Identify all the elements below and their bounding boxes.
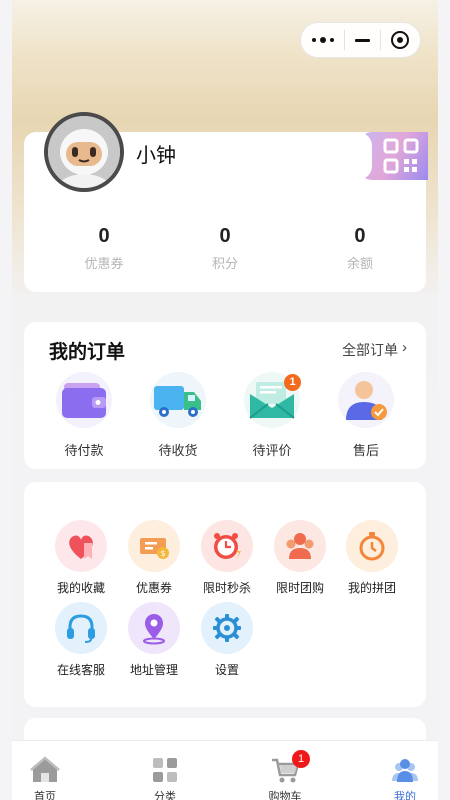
order-item-label: 待评价 [252, 443, 292, 458]
order-after-sales[interactable]: 售后 [326, 370, 406, 459]
minimize-icon[interactable] [355, 38, 370, 42]
order-item-label: 待付款 [64, 443, 104, 458]
service-label: 设置 [214, 663, 239, 677]
truck-icon [148, 370, 208, 430]
group-people-icon [274, 520, 326, 572]
stopwatch-icon [346, 520, 398, 572]
capsule-divider [344, 30, 345, 50]
envelope-icon: 1 [242, 370, 302, 430]
cart-icon: 1 [270, 750, 310, 785]
stat-points[interactable]: 0 积分 [156, 225, 294, 272]
tab-label: 我的 [394, 791, 416, 800]
stat-coupons[interactable]: 0 优惠券 [38, 225, 170, 272]
astronaut-avatar-icon [48, 116, 120, 188]
service-label: 限时团购 [275, 581, 324, 595]
service-label: 优惠券 [135, 581, 172, 595]
service-address[interactable]: 地址管理 [117, 602, 191, 678]
home-icon [30, 755, 60, 785]
qr-code-button[interactable] [358, 132, 428, 180]
service-my-group[interactable]: 我的拼团 [335, 520, 409, 596]
bottom-tab-bar: 首页 分类 1 购物车 我的 [12, 740, 438, 800]
more-menu-icon[interactable] [312, 37, 334, 43]
service-label: 在线客服 [56, 663, 105, 677]
order-pending-review[interactable]: 1 待评价 [232, 370, 312, 459]
tab-mine[interactable]: 我的 [360, 741, 450, 800]
category-grid-icon [150, 755, 180, 785]
tab-cart[interactable]: 1 购物车 [240, 741, 330, 800]
username: 小钟 [136, 145, 176, 167]
profile-people-icon [390, 755, 420, 785]
heart-bookmark-icon [55, 520, 107, 572]
order-badge: 1 [284, 374, 301, 391]
close-mini-program-icon[interactable] [391, 31, 409, 49]
avatar[interactable] [44, 112, 124, 192]
tab-label: 首页 [34, 791, 56, 800]
qr-code-icon [383, 138, 419, 174]
order-pending-receipt[interactable]: 待收货 [138, 370, 218, 459]
gear-icon [201, 602, 253, 654]
orders-card: 我的订单 全部订单 › 待付款 待收货 1 待评价 售后 [24, 322, 426, 469]
service-favorites[interactable]: 我的收藏 [44, 520, 118, 596]
service-label: 我的收藏 [56, 581, 105, 595]
tab-label: 购物车 [268, 791, 302, 800]
service-settings[interactable]: 设置 [190, 602, 264, 678]
headset-icon [55, 602, 107, 654]
stat-value: 0 [98, 225, 110, 247]
stat-label: 余额 [346, 256, 373, 271]
stat-label: 积分 [211, 256, 238, 271]
service-label: 我的拼团 [347, 581, 396, 595]
stat-value: 0 [354, 225, 366, 247]
mini-program-capsule [300, 22, 421, 58]
profile-stats: 0 优惠券 0 积分 0 余额 [24, 225, 426, 272]
service-coupons[interactable]: $ 优惠券 [117, 520, 191, 596]
order-pending-payment[interactable]: 待付款 [44, 370, 124, 459]
service-online-support[interactable]: 在线客服 [44, 602, 118, 678]
wallet-icon [54, 370, 114, 430]
tab-home[interactable]: 首页 [0, 741, 90, 800]
coupon-ticket-icon: $ [128, 520, 180, 572]
service-label: 地址管理 [129, 663, 178, 677]
tab-label: 分类 [154, 791, 176, 800]
tab-category[interactable]: 分类 [120, 741, 210, 800]
all-orders-link[interactable]: 全部订单 [342, 340, 398, 360]
stat-balance[interactable]: 0 余额 [294, 225, 426, 272]
customer-service-person-icon [336, 370, 396, 430]
svg-text:$: $ [160, 549, 165, 558]
service-flash-sale[interactable]: 限时秒杀 [190, 520, 264, 596]
stat-value: 0 [219, 225, 231, 247]
order-item-label: 售后 [352, 443, 379, 458]
order-item-label: 待收货 [158, 443, 198, 458]
cart-badge: 1 [292, 750, 310, 768]
alarm-clock-icon [201, 520, 253, 572]
orders-title: 我的订单 [49, 342, 126, 363]
service-group-buy[interactable]: 限时团购 [263, 520, 337, 596]
stat-label: 优惠券 [84, 256, 124, 271]
service-label: 限时秒杀 [202, 581, 251, 595]
capsule-divider [380, 30, 381, 50]
chevron-right-icon[interactable]: › [402, 339, 407, 356]
services-card: 我的收藏 $ 优惠券 限时秒杀 限时团购 我的拼团 在线客服 地址管理 设置 [24, 482, 426, 707]
location-pin-icon [128, 602, 180, 654]
